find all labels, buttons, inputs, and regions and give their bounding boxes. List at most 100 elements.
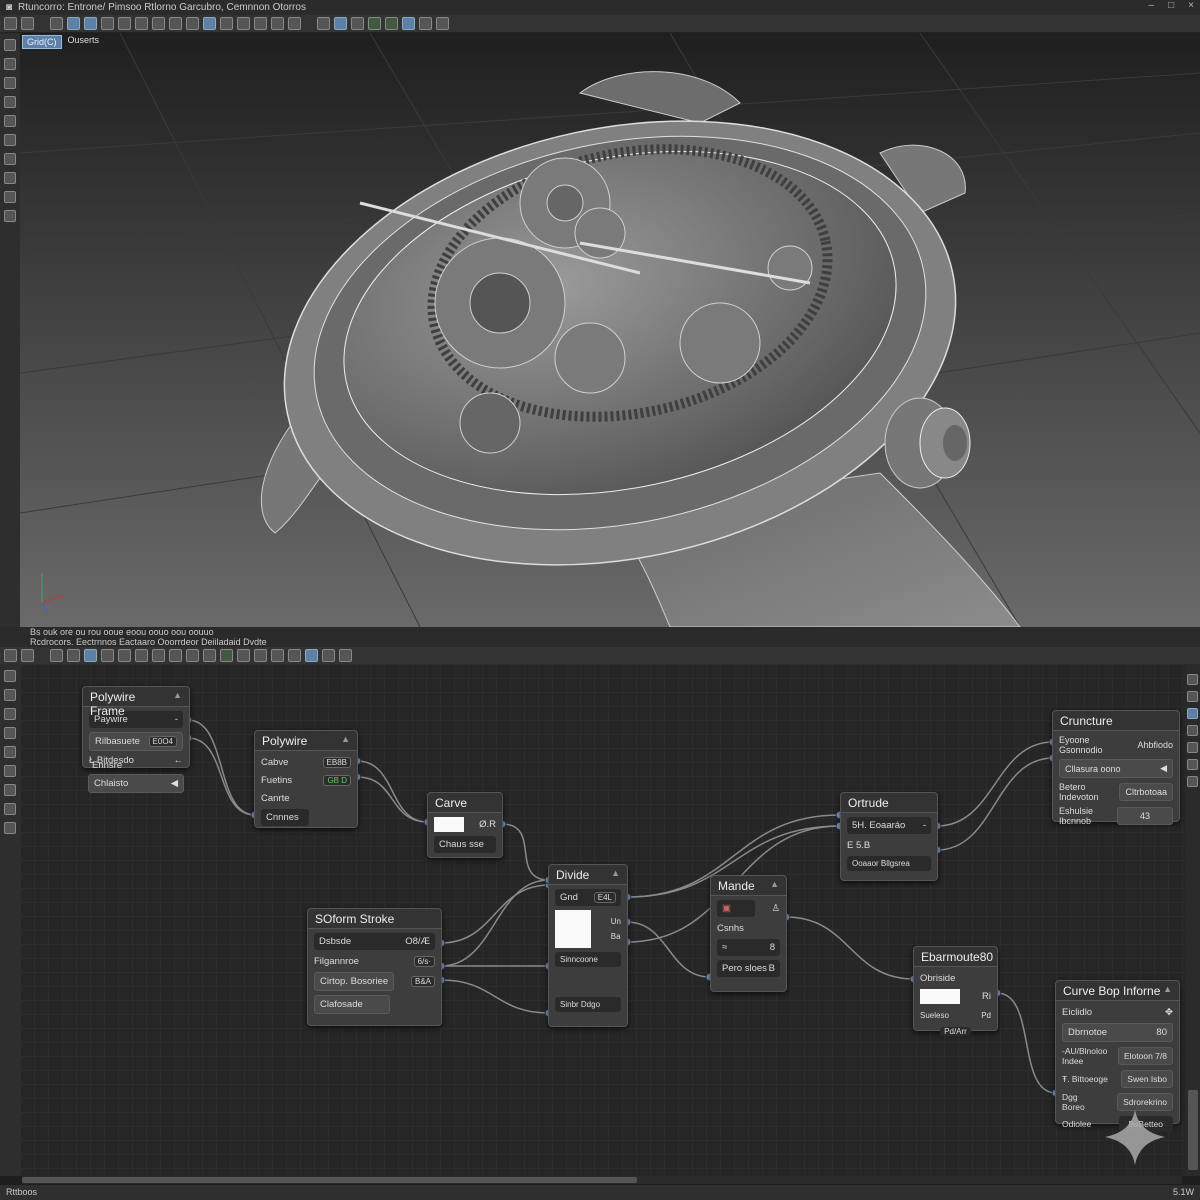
snap-icon[interactable]: [402, 17, 415, 30]
n12-icon[interactable]: [237, 649, 250, 662]
r2-icon[interactable]: [1187, 691, 1198, 702]
frame-icon[interactable]: [4, 649, 17, 662]
minimize-button[interactable]: –: [1149, 0, 1155, 11]
light-icon[interactable]: [317, 17, 330, 30]
edit-icon[interactable]: [4, 96, 16, 108]
scale-icon[interactable]: [4, 77, 16, 89]
node-ebarmoute[interactable]: Ebarmoute 80 Obriside Ri Sueleso Pd Pd/Arr: [913, 946, 998, 1036]
viewport-tab-grid[interactable]: Grid(C): [22, 35, 62, 49]
dropdown-value[interactable]: Ahbfiodo: [1137, 740, 1173, 750]
field-value[interactable]: O8/Æ: [405, 936, 430, 947]
r4-icon[interactable]: [1187, 725, 1198, 736]
extrude-icon[interactable]: [4, 153, 16, 165]
r1-icon[interactable]: [1187, 674, 1198, 685]
move-icon[interactable]: [4, 670, 16, 682]
n5-icon[interactable]: [118, 649, 131, 662]
edit-icon[interactable]: [4, 727, 16, 739]
scale-icon[interactable]: [4, 708, 16, 720]
leaf-icon[interactable]: [334, 17, 347, 30]
field-value[interactable]: EB8B: [322, 756, 351, 768]
n15-icon[interactable]: [288, 649, 301, 662]
frame-icon[interactable]: [4, 134, 16, 146]
field-value[interactable]: Elotoon 7/8: [1117, 1047, 1173, 1065]
node-curve-bop[interactable]: Curve Bop Inforne ▲ Eiclidlo ✥ Dbrnotoe 80 …: [1055, 980, 1180, 1132]
n16-icon[interactable]: [305, 649, 318, 662]
material-icon[interactable]: [254, 17, 267, 30]
maximize-button[interactable]: □: [1168, 0, 1174, 11]
field-value[interactable]: Swen Isbo: [1121, 1070, 1173, 1088]
shape-icon[interactable]: [4, 746, 16, 758]
field-value[interactable]: -: [175, 714, 178, 725]
cube-icon[interactable]: [50, 17, 63, 30]
r6-icon[interactable]: [1187, 759, 1198, 770]
r3-icon[interactable]: [1187, 708, 1198, 719]
n6-icon[interactable]: [135, 649, 148, 662]
arrow-icon[interactable]: ←: [174, 755, 184, 766]
node-mande[interactable]: Mande ▲ ▣ ♙ Csnhs ≈8 Pero sloes B: [710, 875, 787, 992]
r5-icon[interactable]: [1187, 742, 1198, 753]
field-label[interactable]: Sinbr Ddgo: [560, 1000, 600, 1009]
globe-icon[interactable]: [101, 17, 114, 30]
n2-icon[interactable]: [67, 649, 80, 662]
horizontal-scrollbar[interactable]: [22, 1176, 1182, 1184]
field-value[interactable]: Cltrbotoaa: [1119, 783, 1173, 801]
uv-icon[interactable]: [288, 17, 301, 30]
n14-icon[interactable]: [271, 649, 284, 662]
field-value[interactable]: B&A: [410, 976, 435, 987]
field-value[interactable]: GB D: [323, 774, 351, 786]
n10-icon[interactable]: [203, 649, 216, 662]
render-icon[interactable]: [237, 17, 250, 30]
loop-icon[interactable]: [4, 191, 16, 203]
close-button[interactable]: ×: [1188, 0, 1194, 11]
color-swatch[interactable]: [434, 817, 464, 832]
pivot-icon[interactable]: [419, 17, 432, 30]
knife-icon[interactable]: [4, 803, 16, 815]
bend-icon[interactable]: [4, 210, 16, 222]
select-icon[interactable]: [4, 17, 17, 30]
node-cruncture[interactable]: Cruncture Eyoone Gsonnodio Ahbfiodo Cllasu…: [1052, 710, 1180, 826]
face-icon[interactable]: [385, 17, 398, 30]
camera-icon[interactable]: [220, 17, 233, 30]
field-value[interactable]: B: [769, 963, 775, 974]
dome-icon[interactable]: [21, 649, 34, 662]
extrude-icon[interactable]: [4, 784, 16, 796]
viewport-tab-objects[interactable]: Ouserts: [68, 35, 100, 49]
field-label[interactable]: Cllasura oono: [1065, 764, 1121, 774]
node-polywire[interactable]: Polywire ▲ Cabve EB8B Fuetins GB D Canrte C…: [254, 730, 358, 828]
n18-icon[interactable]: [339, 649, 352, 662]
frame-icon[interactable]: [4, 765, 16, 777]
n7-icon[interactable]: [152, 649, 165, 662]
mesh-icon[interactable]: [84, 17, 97, 30]
n3-icon[interactable]: [84, 649, 97, 662]
n13-icon[interactable]: [254, 649, 267, 662]
n9-icon[interactable]: [186, 649, 199, 662]
sphere-icon[interactable]: [67, 17, 80, 30]
n4-icon[interactable]: [101, 649, 114, 662]
leaf2-icon[interactable]: [351, 17, 364, 30]
field-label[interactable]: Chaus sse: [439, 839, 484, 850]
field-label[interactable]: Clafosade: [314, 995, 390, 1014]
field-label[interactable]: Dbrnotoe: [1068, 1027, 1107, 1038]
3d-viewport[interactable]: [20, 33, 1200, 627]
node-divide[interactable]: Divide ▲ Gnd E4L Un Ba Sinncoone Sinbr Ddgo: [548, 864, 628, 1027]
field-label[interactable]: Sinncoone: [560, 955, 598, 964]
paint-icon[interactable]: [21, 17, 34, 30]
node-polywire-frame[interactable]: Polywire Frame ▲ Paywire - Rilbasuete E0O4 …: [82, 686, 190, 768]
field-value[interactable]: -: [923, 820, 926, 831]
texture-icon[interactable]: [271, 17, 284, 30]
vertical-scrollbar[interactable]: [1188, 1090, 1198, 1170]
grid-icon[interactable]: [135, 17, 148, 30]
lamp-icon[interactable]: [203, 17, 216, 30]
r7-icon[interactable]: [1187, 776, 1198, 787]
field-value[interactable]: E4L: [593, 892, 616, 903]
field-value[interactable]: Pd: [981, 1011, 991, 1020]
field-value[interactable]: Ø.R: [479, 819, 496, 830]
n17-icon[interactable]: [322, 649, 335, 662]
brush-icon[interactable]: [152, 17, 165, 30]
knife-icon[interactable]: [4, 172, 16, 184]
field-value[interactable]: 6/s·: [413, 955, 435, 967]
rotate-icon[interactable]: [4, 58, 16, 70]
layers-icon[interactable]: [436, 17, 449, 30]
cloud-icon[interactable]: [368, 17, 381, 30]
lattice-icon[interactable]: [118, 17, 131, 30]
